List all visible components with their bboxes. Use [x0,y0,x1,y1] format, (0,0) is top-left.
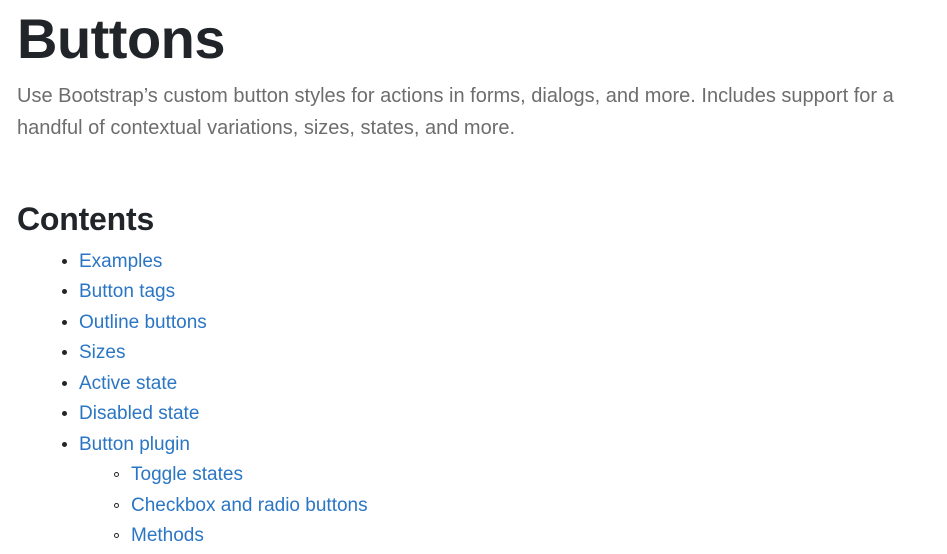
bullet-disc-icon [62,319,67,325]
toc-link-button-tags[interactable]: Button tags [79,281,175,302]
bullet-disc-icon [62,258,67,264]
toc-link-button-plugin[interactable]: Button plugin [79,434,190,455]
bullet-disc-icon [62,350,67,356]
table-of-contents-list: Examples Button tags Outline buttons Siz… [17,247,927,552]
bullet-disc-icon [62,289,67,295]
list-item: Outline buttons [62,308,927,339]
list-item: Disabled state [62,399,927,430]
toc-link-checkbox-and-radio-buttons[interactable]: Checkbox and radio buttons [131,495,368,516]
toc-link-disabled-state[interactable]: Disabled state [79,403,199,424]
page-title: Buttons [17,7,226,70]
page-lead-paragraph: Use Bootstrap’s custom button styles for… [17,84,894,139]
toc-link-toggle-states[interactable]: Toggle states [131,464,243,485]
list-item: Sizes [62,338,927,369]
bullet-disc-icon [62,380,67,386]
bullet-circle-icon [114,533,119,539]
toc-link-methods[interactable]: Methods [131,525,204,546]
list-item: Toggle states [114,460,927,491]
list-item: Checkbox and radio buttons [114,491,927,522]
list-item: Active state [62,369,927,400]
toc-link-sizes[interactable]: Sizes [79,342,125,363]
list-item: Button plugin Toggle states Checkbox and… [62,430,927,552]
bullet-disc-icon [62,441,67,447]
bullet-circle-icon [114,502,119,508]
list-item: Examples [62,247,927,278]
content-container: Buttons Use Bootstrap’s custom button st… [0,0,947,552]
list-item: Button tags [62,277,927,308]
toc-link-active-state[interactable]: Active state [79,373,177,394]
contents-heading: Contents [17,200,155,237]
toc-link-examples[interactable]: Examples [79,251,162,272]
table-of-contents-sublist: Toggle states Checkbox and radio buttons… [79,460,927,552]
bullet-circle-icon [114,472,119,478]
list-item: Methods [114,521,927,552]
document-page: Buttons Use Bootstrap’s custom button st… [0,0,947,554]
bullet-disc-icon [62,411,67,417]
toc-link-outline-buttons[interactable]: Outline buttons [79,312,207,333]
